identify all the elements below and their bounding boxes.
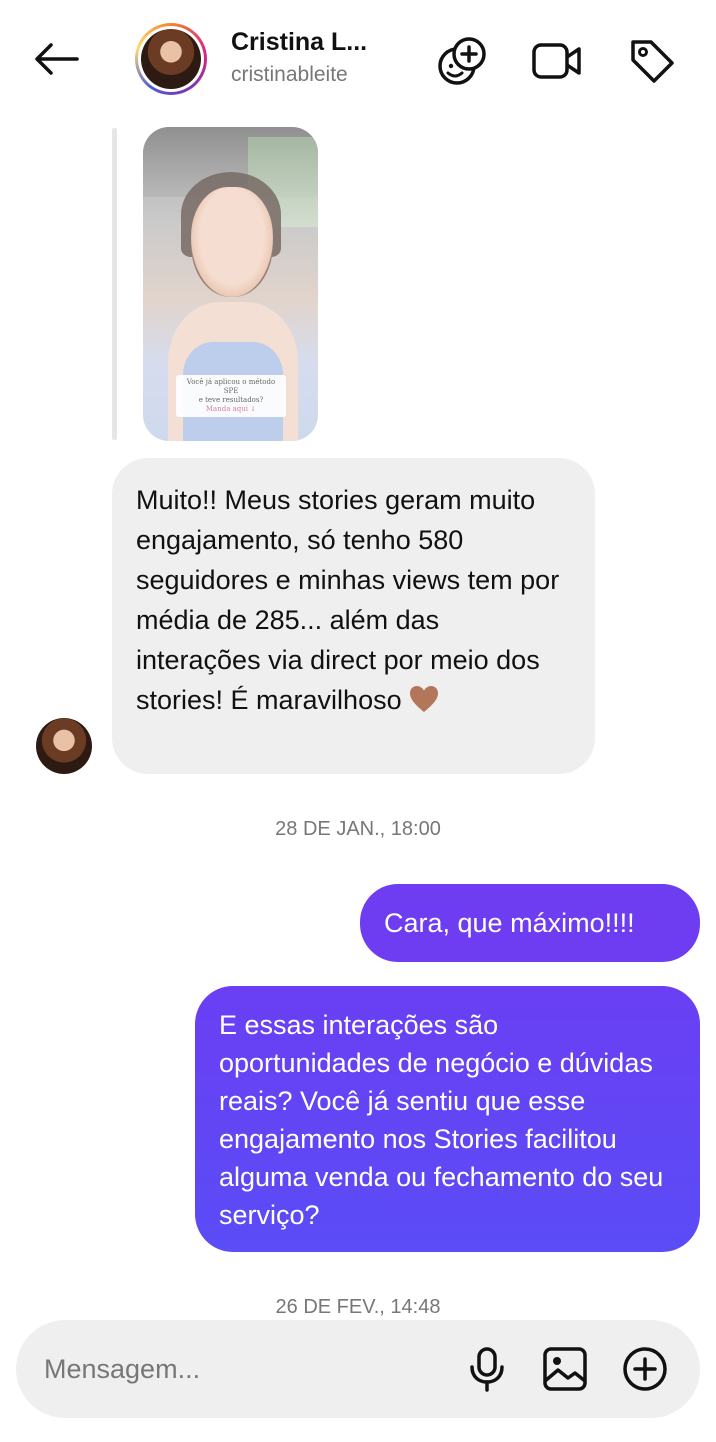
sticker-add-button[interactable] xyxy=(435,34,489,88)
story-reply-indicator xyxy=(112,128,117,440)
gallery-icon xyxy=(543,1347,587,1391)
gallery-button[interactable] xyxy=(540,1344,590,1394)
story-caption: Você já aplicou o método SPE e teve resu… xyxy=(176,375,286,417)
tag-button[interactable] xyxy=(625,34,679,88)
chat-header: Cristina L... cristinableite xyxy=(0,0,716,120)
sent-message[interactable]: Cara, que máximo!!!! xyxy=(360,884,700,962)
received-message-text: Muito!! Meus stories geram muito engajam… xyxy=(136,485,560,715)
brown-heart-emoji xyxy=(410,686,439,712)
video-call-button[interactable] xyxy=(530,34,584,88)
sticker-add-icon xyxy=(438,37,486,85)
sender-avatar[interactable] xyxy=(36,718,92,774)
received-message[interactable]: Muito!! Meus stories geram muito engajam… xyxy=(112,458,595,774)
message-input[interactable] xyxy=(44,1346,444,1392)
plus-circle-icon xyxy=(623,1347,667,1391)
voice-message-button[interactable] xyxy=(462,1344,512,1394)
contact-name[interactable]: Cristina L... xyxy=(231,28,367,57)
message-timestamp: 28 DE JAN., 18:00 xyxy=(275,818,441,840)
contact-username[interactable]: cristinableite xyxy=(231,63,348,87)
story-caption-line: Você já aplicou o método SPE xyxy=(186,378,276,395)
story-caption-line: e teve resultados? xyxy=(198,396,264,404)
microphone-icon xyxy=(470,1347,504,1392)
message-composer xyxy=(16,1320,700,1418)
video-call-icon xyxy=(532,43,581,79)
story-caption-cta: Manda aqui ↓ xyxy=(205,405,257,413)
sent-message[interactable]: E essas interações são oportunidades de … xyxy=(195,986,700,1252)
story-preview[interactable]: Você já aplicou o método SPE e teve resu… xyxy=(143,127,318,441)
message-timestamp: 26 DE FEV., 14:48 xyxy=(275,1296,441,1318)
profile-avatar[interactable] xyxy=(135,23,207,95)
more-options-button[interactable] xyxy=(620,1344,670,1394)
tag-icon xyxy=(631,40,674,83)
back-button[interactable] xyxy=(28,36,84,82)
back-arrow-icon xyxy=(35,43,79,75)
